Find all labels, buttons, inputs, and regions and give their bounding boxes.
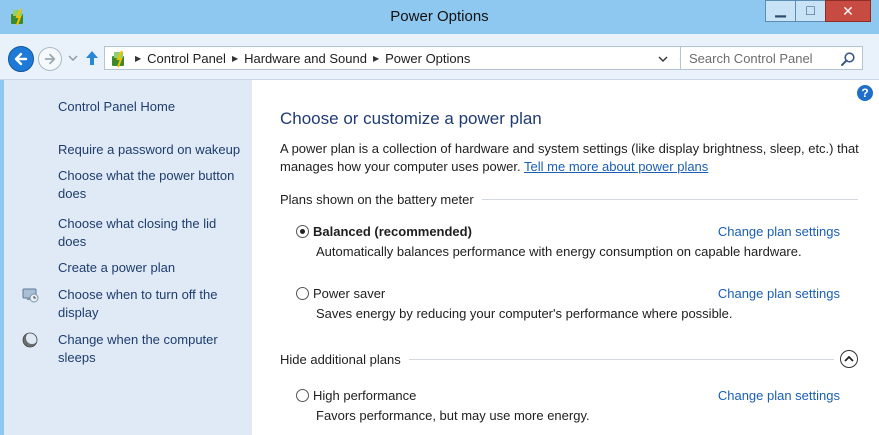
section-heading: Hide additional plans <box>280 351 401 367</box>
help-icon[interactable]: ? <box>857 85 873 101</box>
plan-power-saver: Power saver Change plan settings Saves e… <box>296 284 840 321</box>
additional-plans-section: Hide additional plans <box>280 350 858 368</box>
power-plans-help-link[interactable]: Tell me more about power plans <box>524 159 708 174</box>
navigation-bar: ▶ Control Panel ▶ Hardware and Sound ▶ P… <box>0 34 879 80</box>
sidebar-item-closing-lid[interactable]: Choose what closing the lid does <box>58 215 248 251</box>
sidebar: Control Panel Home Require a password on… <box>4 80 252 435</box>
plan-description: Favors performance, but may use more ene… <box>316 408 590 423</box>
breadcrumb-separator-icon[interactable]: ▶ <box>232 54 238 63</box>
search-placeholder: Search Control Panel <box>689 51 813 66</box>
breadcrumb-separator-icon[interactable]: ▶ <box>373 54 379 63</box>
section-heading: Plans shown on the battery meter <box>280 192 474 207</box>
plan-radio-high-performance[interactable] <box>296 388 309 402</box>
sidebar-item-computer-sleeps[interactable]: Change when the computer sleeps <box>58 331 248 367</box>
close-button[interactable]: ✕ <box>825 0 871 22</box>
search-icon[interactable] <box>840 51 856 67</box>
sidebar-item-create-plan[interactable]: Create a power plan <box>58 259 248 277</box>
plan-description: Automatically balances performance with … <box>316 244 802 259</box>
up-arrow-icon[interactable] <box>84 49 100 67</box>
minimize-button[interactable]: ▁ <box>765 0 796 22</box>
search-input[interactable]: Search Control Panel <box>680 46 863 70</box>
divider <box>481 199 858 200</box>
change-plan-settings-link[interactable]: Change plan settings <box>718 224 840 239</box>
address-bar[interactable]: ▶ Control Panel ▶ Hardware and Sound ▶ P… <box>104 46 700 70</box>
sidebar-item-require-password[interactable]: Require a password on wakeup <box>58 141 248 159</box>
monitor-icon <box>22 288 39 303</box>
plan-description: Saves energy by reducing your computer's… <box>316 306 733 321</box>
plan-radio-power-saver[interactable] <box>296 286 309 300</box>
close-icon: ✕ <box>842 3 854 19</box>
arrow-left-icon <box>14 52 28 66</box>
plan-name[interactable]: High performance <box>313 388 416 403</box>
moon-icon <box>22 332 38 348</box>
breadcrumb-separator-icon[interactable]: ▶ <box>135 54 141 63</box>
forward-button[interactable] <box>38 47 62 71</box>
breadcrumb-power-options[interactable]: Power Options <box>385 51 470 66</box>
plan-description: A power plan is a collection of hardware… <box>280 140 870 176</box>
plan-name[interactable]: Power saver <box>313 286 385 301</box>
sidebar-item-turn-off-display[interactable]: Choose when to turn off the display <box>58 286 248 322</box>
divider <box>408 358 834 360</box>
recent-locations-chevron-icon[interactable] <box>68 53 78 63</box>
page-title: Choose or customize a power plan <box>280 109 542 128</box>
title-bar: Power Options ▁ □ ✕ <box>0 0 879 34</box>
change-plan-settings-link[interactable]: Change plan settings <box>718 388 840 403</box>
sidebar-item-control-panel-home[interactable]: Control Panel Home <box>58 98 248 116</box>
main-content: ? Choose or customize a power plan A pow… <box>252 80 879 435</box>
plan-high-performance: High performance Change plan settings Fa… <box>296 386 840 423</box>
change-plan-settings-link[interactable]: Change plan settings <box>718 286 840 301</box>
maximize-button[interactable]: □ <box>795 0 826 22</box>
battery-plans-section: Plans shown on the battery meter <box>280 192 858 207</box>
collapse-button[interactable] <box>840 350 858 368</box>
back-button[interactable] <box>8 46 34 72</box>
plan-balanced: Balanced (recommended) Change plan setti… <box>296 222 840 259</box>
arrow-right-icon <box>44 53 56 65</box>
window-title: Power Options <box>390 8 489 25</box>
minimize-icon: ▁ <box>775 1 786 17</box>
breadcrumb-hardware-and-sound[interactable]: Hardware and Sound <box>244 51 367 66</box>
chevron-up-icon <box>844 355 854 362</box>
plan-name[interactable]: Balanced (recommended) <box>313 224 472 239</box>
sidebar-item-power-button[interactable]: Choose what the power button does <box>58 167 248 203</box>
maximize-icon: □ <box>806 2 815 18</box>
power-options-icon <box>112 50 124 68</box>
plan-radio-balanced[interactable] <box>296 224 309 238</box>
breadcrumb: ▶ Control Panel ▶ Hardware and Sound ▶ P… <box>135 51 470 66</box>
chevron-down-icon[interactable] <box>655 50 671 68</box>
breadcrumb-control-panel[interactable]: Control Panel <box>147 51 226 66</box>
